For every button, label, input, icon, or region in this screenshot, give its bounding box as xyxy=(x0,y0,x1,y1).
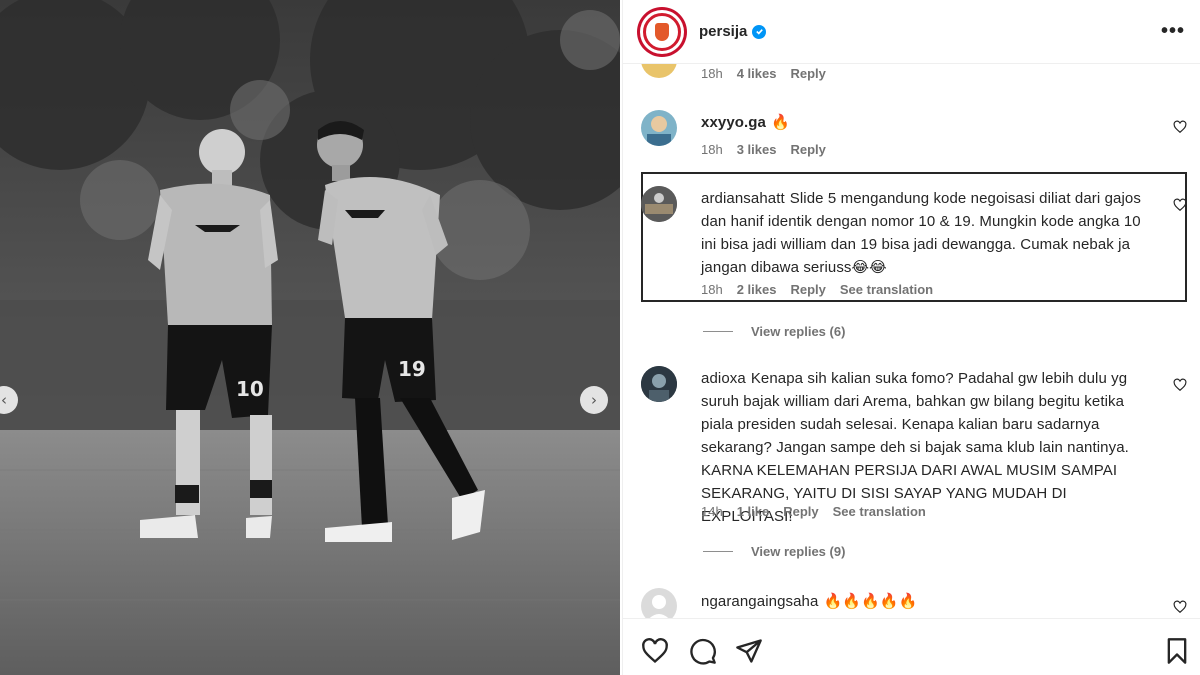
jersey-number-10: 10 xyxy=(236,377,264,401)
comment-text: Kenapa sih kalian suka fomo? Padahal gw … xyxy=(701,370,1129,525)
comment-meta: 18h 2 likes Reply See translation xyxy=(701,282,947,297)
comments-panel: persija ••• 18h 4 likes Reply xxyyo.ga 🔥 xyxy=(622,0,1200,675)
comment-time: 14h xyxy=(701,504,723,519)
avatar xyxy=(643,12,681,51)
view-replies-label: View replies (6) xyxy=(751,324,846,339)
heart-icon[interactable] xyxy=(641,637,669,665)
share-icon[interactable] xyxy=(735,637,763,665)
comment-likes[interactable]: 2 likes xyxy=(737,282,777,297)
comment-username[interactable]: adioxa xyxy=(701,370,746,387)
comment-time: 18h xyxy=(701,142,723,157)
comment-time: 18h xyxy=(701,282,723,297)
comment-likes[interactable]: 1 like xyxy=(737,504,770,519)
heart-icon[interactable] xyxy=(1173,378,1187,392)
jersey-number-19: 19 xyxy=(398,357,426,381)
comment-icon[interactable] xyxy=(689,637,717,665)
comment-likes[interactable]: 3 likes xyxy=(737,142,777,157)
comment-body: xxyyo.ga 🔥 xyxy=(701,111,1141,134)
comment-time: 18h xyxy=(701,66,723,81)
comment-username[interactable]: xxyyo.ga xyxy=(701,114,766,131)
story-ring[interactable] xyxy=(637,6,687,57)
comment-meta: 14h 1 like Reply See translation xyxy=(701,504,940,519)
comment-text: 🔥 xyxy=(771,114,790,131)
heart-icon[interactable] xyxy=(1173,120,1187,134)
see-translation-link[interactable]: See translation xyxy=(833,504,926,519)
reply-button[interactable]: Reply xyxy=(783,504,818,519)
avatar[interactable] xyxy=(641,64,677,78)
reply-button[interactable]: Reply xyxy=(790,66,825,81)
post-photo[interactable]: 10 19 ‹ › xyxy=(0,0,620,675)
comment-text: 🔥🔥🔥🔥🔥 xyxy=(823,593,918,610)
view-replies-label: View replies (9) xyxy=(751,544,846,559)
heart-icon[interactable] xyxy=(1173,198,1187,212)
reply-button[interactable]: Reply xyxy=(790,142,825,157)
post-header: persija ••• xyxy=(623,0,1200,64)
comment-body: ardiansahatt Slide 5 mengandung kode nego… xyxy=(701,187,1141,279)
view-replies-button[interactable]: View replies (6) xyxy=(703,324,845,339)
avatar[interactable] xyxy=(641,588,677,618)
comment-username[interactable]: ardiansahatt xyxy=(701,190,785,207)
comment-username[interactable]: ngarangaingsaha xyxy=(701,593,818,610)
chevron-right-icon[interactable]: › xyxy=(580,386,608,414)
comment-body: ngarangaingsaha 🔥🔥🔥🔥🔥 xyxy=(701,590,1141,613)
comment-list: 18h 4 likes Reply xxyyo.ga 🔥 18h 3 likes … xyxy=(623,64,1200,618)
post-action-bar xyxy=(623,618,1200,675)
more-options-icon[interactable]: ••• xyxy=(1161,20,1185,43)
reply-button[interactable]: Reply xyxy=(790,282,825,297)
avatar[interactable] xyxy=(641,366,677,402)
training-photo: 10 19 xyxy=(0,0,620,675)
comment-likes[interactable]: 4 likes xyxy=(737,66,777,81)
comment-meta: 18h 3 likes Reply xyxy=(701,142,840,157)
view-replies-button[interactable]: View replies (9) xyxy=(703,544,845,559)
verified-badge-icon xyxy=(752,24,767,39)
avatar[interactable] xyxy=(641,110,677,146)
heart-icon[interactable] xyxy=(1173,600,1187,614)
account-username[interactable]: persija xyxy=(699,23,747,40)
bookmark-icon[interactable] xyxy=(1163,637,1191,665)
avatar[interactable] xyxy=(641,186,677,222)
comment-meta: 18h 4 likes Reply xyxy=(701,66,840,81)
see-translation-link[interactable]: See translation xyxy=(840,282,933,297)
